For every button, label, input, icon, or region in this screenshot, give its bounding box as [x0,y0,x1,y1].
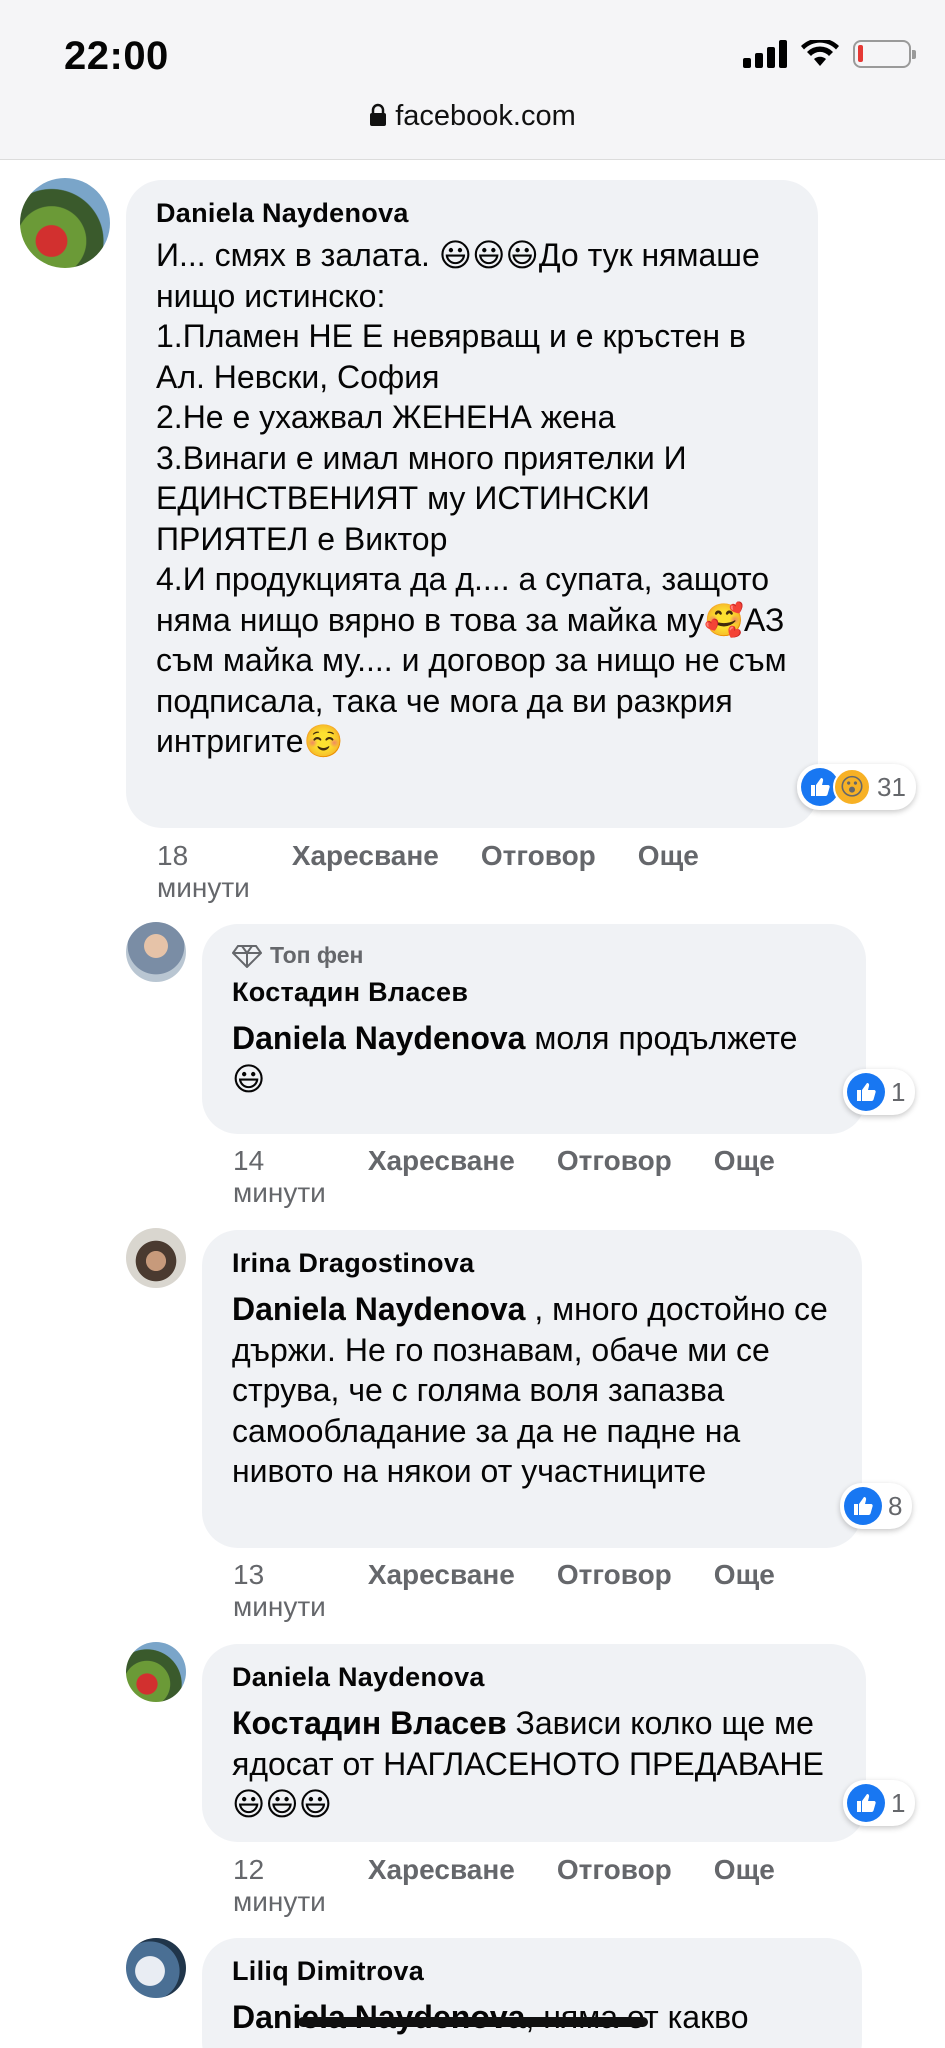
like-button[interactable]: Харесване [292,840,439,904]
mention-link[interactable]: Daniela Naydenova [232,1020,525,1056]
reply-button[interactable]: Отговор [557,1559,672,1623]
like-button[interactable]: Харесване [368,1145,515,1209]
comment-text: И... смях в залата. 😃😃😃До тук нямаше нищ… [156,237,787,759]
reply-button[interactable]: Отговор [481,840,596,904]
comment-text: Daniela Naydenova , много достойно се дъ… [232,1289,832,1492]
avatar[interactable] [126,1228,186,1288]
like-button[interactable]: Харесване [368,1559,515,1623]
comment-timestamp[interactable]: 13 минути [233,1559,326,1623]
comment-text: Daniela Naydenova моля продължете 😃 [232,1018,836,1099]
comment-actions: 12 минути Харесване Отговор Още [233,1854,775,1918]
comment-actions: 14 минути Харесване Отговор Още [233,1145,775,1209]
wow-reaction-icon: 😮 [833,768,871,806]
more-button[interactable]: Още [714,1559,775,1623]
comment-author[interactable]: Daniela Naydenova [156,198,788,229]
wifi-icon [801,40,839,66]
lock-icon [370,103,387,126]
comment-author[interactable]: Daniela Naydenova [232,1662,836,1693]
comment-bubble: Daniela Naydenova И... смях в залата. 😃😃… [126,180,818,828]
reaction-count: 1 [891,1787,906,1818]
comment-timestamp[interactable]: 18 минути [157,840,250,904]
address-bar[interactable]: facebook.com [0,100,945,133]
more-button[interactable]: Още [714,1145,775,1209]
url-text: facebook.com [395,100,576,132]
badge-label: Топ фен [270,942,364,968]
like-reaction-icon [847,1784,885,1822]
like-reaction-icon [844,1487,882,1525]
reaction-count: 1 [891,1076,906,1107]
diamond-icon [232,944,262,968]
like-reaction-icon [847,1073,885,1111]
comment-author[interactable]: Liliq Dimitrova [232,1956,832,1987]
comment-bubble: Топ фен Костадин Власев Daniela Naydenov… [202,924,866,1134]
comment-author[interactable]: Irina Dragostinova [232,1248,832,1279]
battery-icon [853,40,916,68]
avatar[interactable] [126,922,186,982]
top-fan-badge: Топ фен [232,942,836,969]
more-button[interactable]: Още [714,1854,775,1918]
comment-timestamp[interactable]: 14 минути [233,1145,326,1209]
comment-actions: 13 минути Харесване Отговор Още [233,1559,775,1623]
avatar[interactable] [126,1642,186,1702]
comment-author[interactable]: Костадин Власев [232,977,836,1008]
avatar[interactable] [20,178,110,268]
reaction-summary[interactable]: 1 [843,1069,916,1115]
status-time: 22:00 [64,34,169,78]
more-button[interactable]: Още [638,840,699,904]
browser-top-bar: 22:00 facebook.com [0,0,945,160]
comment-actions: 18 минути Харесване Отговор Още [157,840,699,904]
mention-link[interactable]: Костадин Власев [232,1705,507,1741]
reaction-count: 8 [888,1490,903,1521]
mention-link[interactable]: Daniela Naydenova [232,1291,525,1327]
comment-bubble: Daniela Naydenova Костадин Власев Зависи… [202,1644,866,1842]
reaction-summary[interactable]: 😮 31 [797,764,916,810]
status-icons [743,40,916,68]
comment-bubble: Irina Dragostinova Daniela Naydenova , м… [202,1230,862,1548]
home-indicator [298,2017,648,2027]
reaction-summary[interactable]: 8 [840,1483,913,1529]
avatar[interactable] [126,1938,186,1998]
reaction-summary[interactable]: 1 [843,1780,916,1826]
reaction-count: 31 [877,771,906,802]
comment-bubble: Liliq Dimitrova Daniela Naydenova, няма … [202,1938,862,2048]
reply-button[interactable]: Отговор [557,1145,672,1209]
like-button[interactable]: Харесване [368,1854,515,1918]
reply-button[interactable]: Отговор [557,1854,672,1918]
comment-text: Костадин Власев Зависи колко ще ме ядоса… [232,1703,836,1825]
comment-timestamp[interactable]: 12 минути [233,1854,326,1918]
signal-icon [743,40,787,68]
